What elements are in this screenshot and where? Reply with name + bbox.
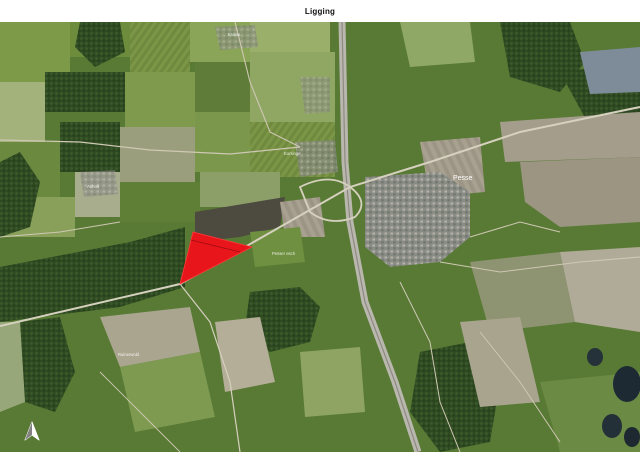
place-label-pesser-esch: Pesser esch: [272, 251, 296, 256]
place-label-anholt: Anholt: [87, 184, 100, 189]
satellite-map[interactable]: Pesse Eursinge Kraloo Anholt Pesser esch…: [0, 22, 640, 452]
place-label-pesse: Pesse: [453, 175, 473, 182]
map-canvas[interactable]: Pesse Eursinge Kraloo Anholt Pesser esch…: [0, 22, 640, 452]
north-arrow-icon: [22, 420, 42, 444]
page-title: Ligging: [304, 6, 336, 16]
place-label-eursinge: Eursinge: [284, 151, 301, 156]
place-label-ruinerwold: Ruinerwold: [118, 352, 140, 357]
map-header: Ligging: [0, 0, 640, 22]
place-label-kraloo: Kraloo: [228, 32, 241, 37]
